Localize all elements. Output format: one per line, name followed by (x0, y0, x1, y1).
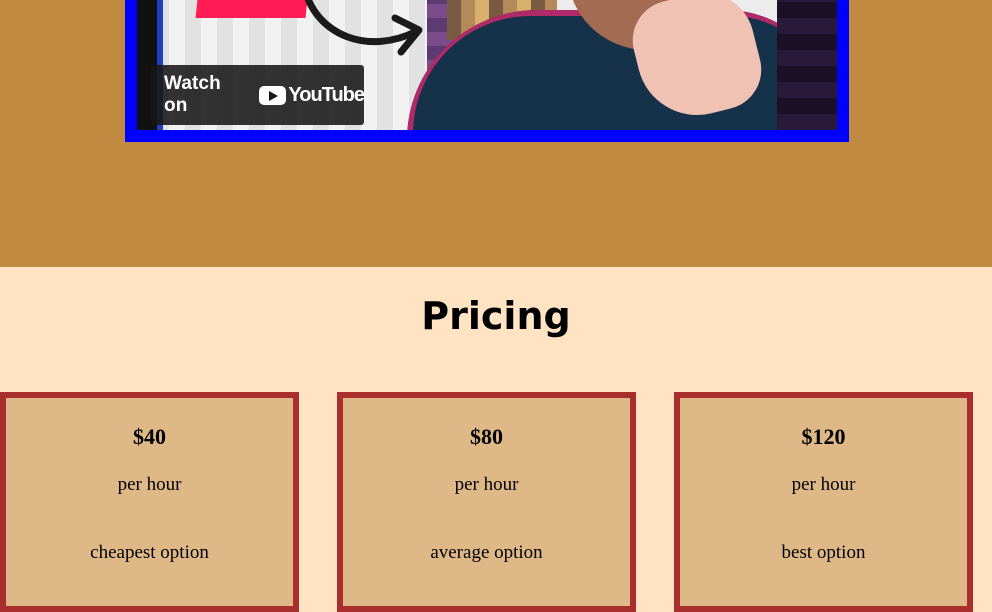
video-embed[interactable]: Watch on YouTube (125, 0, 849, 142)
plan-unit: per hour (791, 474, 856, 495)
pricing-card-2: $80 per hour average option (337, 392, 636, 612)
youtube-logo: YouTube (259, 83, 365, 107)
plan-unit: per hour (454, 474, 519, 495)
youtube-wordmark: YouTube (288, 83, 365, 106)
watch-on-label: Watch on (164, 73, 221, 116)
pricing-card-3: $120 per hour best option (674, 392, 973, 612)
video-thumbnail[interactable]: Watch on YouTube (137, 0, 837, 130)
plan-unit: per hour (117, 474, 182, 495)
pricing-title: Pricing (421, 294, 571, 338)
plan-price: $80 (470, 424, 503, 449)
thumbnail-right-edge (777, 0, 837, 130)
hero-band: Watch on YouTube (0, 0, 992, 267)
plan-price: $120 (801, 424, 846, 449)
plan-label: cheapest option (90, 542, 209, 563)
curved-arrow-icon (304, 0, 423, 56)
thumbnail-red-banner (195, 0, 309, 18)
plan-label: best option (781, 542, 866, 563)
youtube-play-icon (259, 85, 287, 105)
watch-on-youtube-button[interactable]: Watch on YouTube (151, 65, 365, 125)
plan-label: average option (430, 542, 543, 563)
plan-price: $40 (133, 424, 166, 449)
pricing-card-1: $40 per hour cheapest option (0, 392, 299, 612)
